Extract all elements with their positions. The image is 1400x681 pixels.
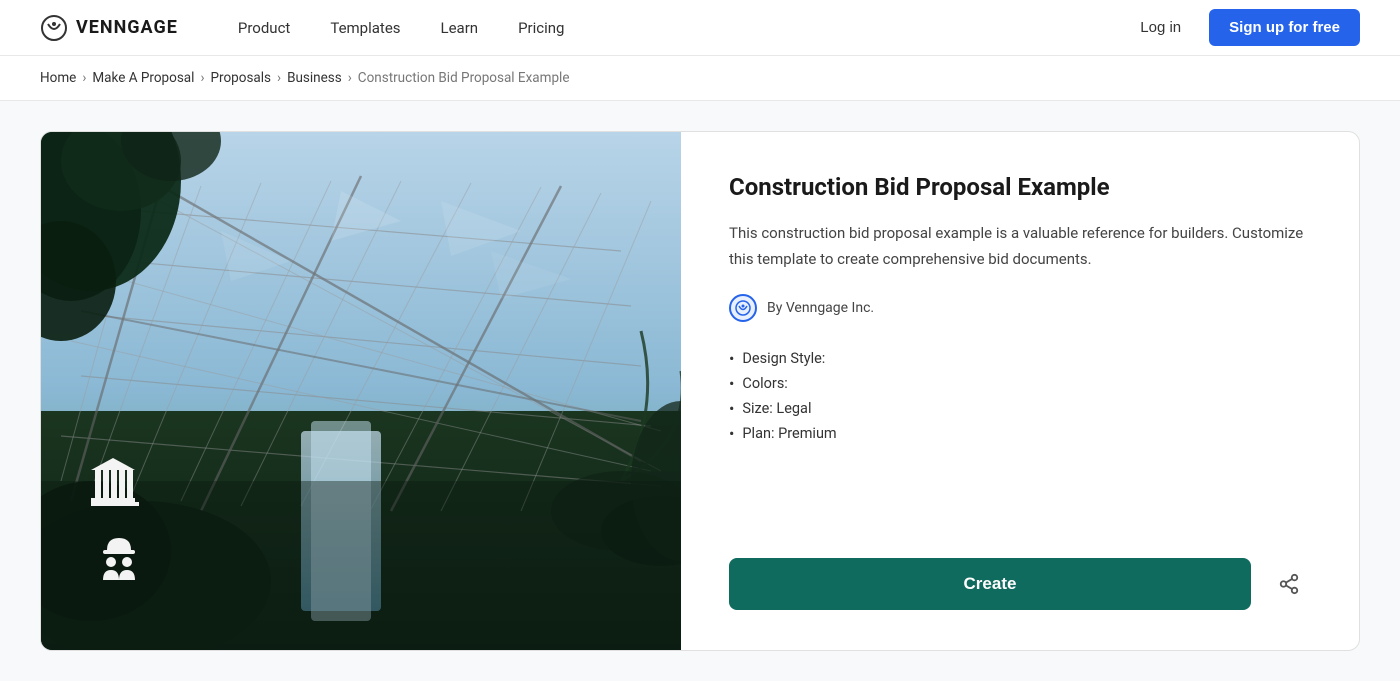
author-avatar xyxy=(729,294,757,322)
nav-product[interactable]: Product xyxy=(238,19,290,37)
breadcrumb-current: Construction Bid Proposal Example xyxy=(358,70,570,86)
detail-colors: Colors: xyxy=(729,371,1311,396)
breadcrumb-sep-1: › xyxy=(82,70,86,86)
venngage-avatar-icon xyxy=(734,299,752,317)
share-icon xyxy=(1278,573,1300,595)
building-icon xyxy=(91,456,147,508)
login-button[interactable]: Log in xyxy=(1128,11,1193,44)
detail-size: Size: Legal xyxy=(729,396,1311,421)
nav-links: Product Templates Learn Pricing xyxy=(238,19,1128,37)
template-image-area xyxy=(41,132,681,650)
breadcrumb-sep-4: › xyxy=(348,70,352,86)
header-actions: Log in Sign up for free xyxy=(1128,9,1360,46)
details-list: Design Style: Colors: Size: Legal Plan: … xyxy=(729,346,1311,446)
breadcrumb-business[interactable]: Business xyxy=(287,70,342,86)
worker-icon xyxy=(91,530,147,586)
nav-pricing[interactable]: Pricing xyxy=(518,19,564,37)
detail-plan: Plan: Premium xyxy=(729,421,1311,446)
template-title: Construction Bid Proposal Example xyxy=(729,172,1311,203)
breadcrumb: Home › Make A Proposal › Proposals › Bus… xyxy=(0,56,1400,101)
header: VENNGAGE Product Templates Learn Pricing… xyxy=(0,0,1400,56)
author-row: By Venngage Inc. xyxy=(729,294,1311,322)
breadcrumb-sep-3: › xyxy=(277,70,281,86)
breadcrumb-sep-2: › xyxy=(200,70,204,86)
breadcrumb-proposals[interactable]: Proposals xyxy=(211,70,272,86)
logo[interactable]: VENNGAGE xyxy=(40,14,178,42)
info-area: Construction Bid Proposal Example This c… xyxy=(681,132,1359,650)
template-description: This construction bid proposal example i… xyxy=(729,221,1311,272)
product-card: Construction Bid Proposal Example This c… xyxy=(40,131,1360,651)
breadcrumb-make-proposal[interactable]: Make A Proposal xyxy=(92,70,194,86)
signup-button[interactable]: Sign up for free xyxy=(1209,9,1360,46)
breadcrumb-home[interactable]: Home xyxy=(40,70,76,86)
logo-text: VENNGAGE xyxy=(76,17,178,38)
action-row: Create xyxy=(729,558,1311,610)
author-name: By Venngage Inc. xyxy=(767,300,874,316)
template-image-bg xyxy=(41,132,681,650)
create-button[interactable]: Create xyxy=(729,558,1251,610)
nav-learn[interactable]: Learn xyxy=(441,19,479,37)
share-button[interactable] xyxy=(1267,562,1311,606)
overlay-icons xyxy=(91,456,147,590)
venngage-logo-icon xyxy=(40,14,68,42)
main-content: Construction Bid Proposal Example This c… xyxy=(0,101,1400,681)
detail-design-style: Design Style: xyxy=(729,346,1311,371)
nav-templates[interactable]: Templates xyxy=(330,19,400,37)
